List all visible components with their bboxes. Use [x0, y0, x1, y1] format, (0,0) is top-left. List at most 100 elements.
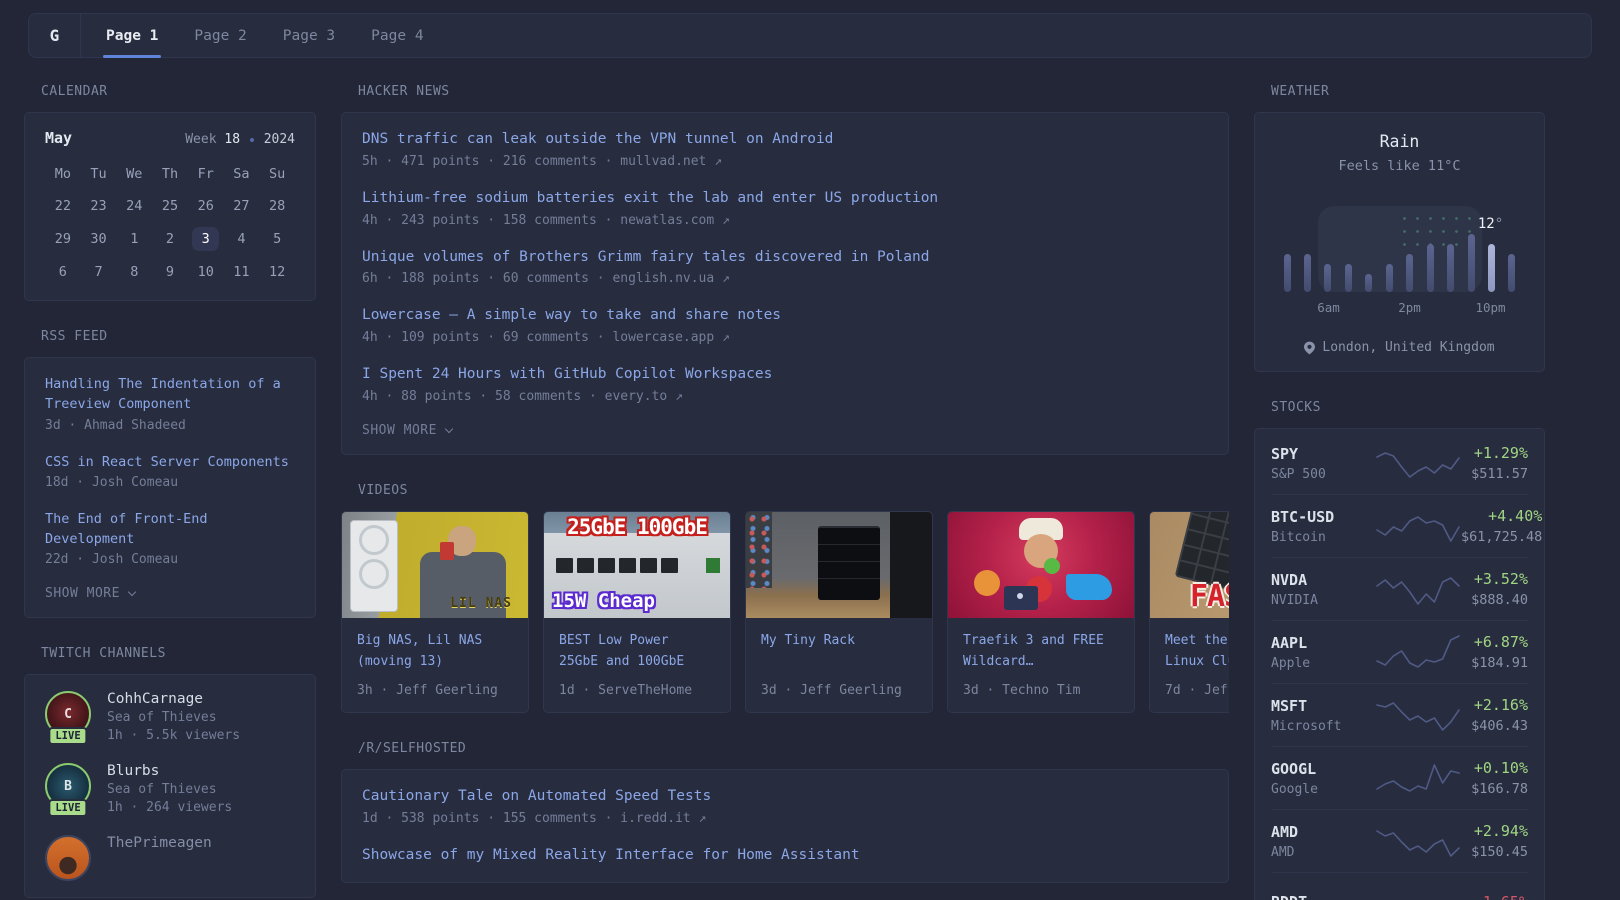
calendar-day-name: We — [116, 163, 152, 185]
middle-column: HACKER NEWS DNS traffic can leak outside… — [341, 84, 1229, 900]
reddit-item-link[interactable]: Showcase of my Mixed Reality Interface f… — [362, 845, 1208, 867]
twitch-channel-row[interactable]: ThePrimeagen — [45, 835, 295, 881]
hn-item-meta: 4h · 88 points · 58 comments · every.to … — [362, 389, 1208, 404]
video-title[interactable]: My Tiny Rack — [761, 630, 917, 672]
hn-item-meta: 4h · 109 points · 69 comments · lowercas… — [362, 330, 1208, 345]
calendar-header: CALENDAR — [41, 84, 316, 99]
stock-sparkline — [1375, 695, 1461, 735]
left-column: CALENDAR May Week 18 2024 MoTuWeThFrSaSu… — [24, 84, 316, 900]
stock-row[interactable]: NVDANVIDIA +3.52%$888.40 — [1271, 557, 1528, 620]
selfhosted-header: /R/SELFHOSTED — [358, 741, 1229, 756]
video-meta: 7d · Jeff — [1165, 683, 1229, 698]
rss-item-meta: 3d · Ahmad Shadeed — [45, 418, 295, 433]
hn-item-link[interactable]: Lowercase – A simple way to take and sha… — [362, 305, 1208, 327]
rss-item-link[interactable]: The End of Front-End Development — [45, 509, 295, 550]
calendar-day-cell: 24 — [116, 194, 152, 218]
twitch-widget: C LIVE CohhCarnage Sea of Thieves 1h · 5… — [24, 674, 316, 898]
video-card[interactable]: Traefik 3 and FREE Wildcard… 3d · Techno… — [947, 511, 1135, 713]
video-card[interactable]: 25GbE 100GbE 15W Cheap BEST Low Power 25… — [543, 511, 731, 713]
rss-item-link[interactable]: CSS in React Server Components — [45, 452, 295, 472]
chevron-down-icon — [445, 425, 453, 433]
stock-row[interactable]: SPYS&P 500 +1.29%$511.57 — [1271, 432, 1528, 494]
hn-show-more-button[interactable]: SHOW MORE — [362, 423, 1208, 438]
weather-location: London, United Kingdom — [1271, 340, 1528, 355]
tab-page-3[interactable]: Page 3 — [280, 14, 338, 57]
calendar-day-cell: 1 — [116, 227, 152, 251]
video-card[interactable]: My Tiny Rack 3d · Jeff Geerling — [745, 511, 933, 713]
calendar-day-name: Mo — [45, 163, 81, 185]
linux-board-thumbnail: FAS — [1150, 512, 1229, 618]
rss-show-more-button[interactable]: SHOW MORE — [45, 586, 295, 601]
twitch-avatar: B LIVE — [45, 763, 91, 809]
tab-page-2[interactable]: Page 2 — [191, 14, 249, 57]
stock-symbol: SPY — [1271, 445, 1375, 463]
weather-feels-like: Feels like 11°C — [1271, 158, 1528, 174]
hn-item-link[interactable]: DNS traffic can leak outside the VPN tun… — [362, 129, 1208, 151]
video-title[interactable]: Meet the Linux Clu — [1165, 630, 1229, 672]
map-pin-icon — [1304, 341, 1315, 355]
stocks-widget: SPYS&P 500 +1.29%$511.57 BTC-USDBitcoin … — [1254, 428, 1545, 900]
stock-sparkline — [1375, 506, 1461, 546]
video-title[interactable]: BEST Low Power 25GbE and 100GbE Switch… — [559, 630, 715, 672]
stock-row[interactable]: AMDAMD +2.94%$150.45 — [1271, 809, 1528, 872]
calendar-day-cell: 12 — [259, 260, 295, 284]
calendar-day-cell: 8 — [116, 260, 152, 284]
stock-change: +1.29% — [1461, 444, 1528, 462]
stock-row[interactable]: GOOGLGoogle +0.10%$166.78 — [1271, 746, 1528, 809]
hn-item: Unique volumes of Brothers Grimm fairy t… — [362, 247, 1208, 287]
network-switch-thumbnail: 25GbE 100GbE 15W Cheap — [544, 512, 730, 618]
hn-item: Lowercase – A simple way to take and sha… — [362, 305, 1208, 345]
top-nav: G Page 1 Page 2 Page 3 Page 4 — [28, 13, 1592, 58]
stock-row[interactable]: AAPLApple +6.87%$184.91 — [1271, 620, 1528, 683]
hacker-news-header: HACKER NEWS — [358, 84, 1229, 99]
separator-dot — [250, 138, 254, 142]
hn-item-meta: 4h · 243 points · 158 comments · newatla… — [362, 213, 1208, 228]
hn-item-link[interactable]: Lithium-free sodium batteries exit the l… — [362, 188, 1208, 210]
calendar-title-row: May Week 18 2024 — [45, 129, 295, 147]
page-tabs: Page 1 Page 2 Page 3 Page 4 — [103, 14, 427, 57]
weather-bar — [1427, 244, 1434, 292]
hn-item-link[interactable]: Unique volumes of Brothers Grimm fairy t… — [362, 247, 1208, 269]
rss-item-meta: 18d · Josh Comeau — [45, 475, 295, 490]
stock-row[interactable]: BTC-USDBitcoin +4.40%$61,725.48 — [1271, 494, 1528, 557]
thumbnail-caption: FAS — [1190, 579, 1229, 614]
tab-page-4[interactable]: Page 4 — [368, 14, 426, 57]
big-nas-thumbnail: LIL NAS — [342, 512, 528, 618]
reddit-item-link[interactable]: Cautionary Tale on Automated Speed Tests — [362, 786, 1208, 808]
twitch-channel-meta: 1h · 264 viewers — [107, 800, 232, 815]
twitch-channel-row[interactable]: B LIVE Blurbs Sea of Thieves 1h · 264 vi… — [45, 763, 295, 815]
hacker-news-widget: DNS traffic can leak outside the VPN tun… — [341, 112, 1229, 455]
right-column: WEATHER Rain Feels like 11°C 12° 6am 2pm — [1254, 84, 1545, 900]
video-card[interactable]: FAS Meet the Linux Clu 7d · Jeff — [1149, 511, 1229, 713]
stock-symbol: NVDA — [1271, 571, 1375, 589]
twitch-channel-row[interactable]: C LIVE CohhCarnage Sea of Thieves 1h · 5… — [45, 691, 295, 743]
hn-item: I Spent 24 Hours with GitHub Copilot Wor… — [362, 364, 1208, 404]
hn-item-link[interactable]: I Spent 24 Hours with GitHub Copilot Wor… — [362, 364, 1208, 386]
video-card[interactable]: LIL NAS Big NAS, Lil NAS (moving 13) 3h … — [341, 511, 529, 713]
calendar-day-cell: 7 — [81, 260, 117, 284]
thumbnail-caption: LIL NAS — [450, 596, 512, 611]
calendar-day-cell: 10 — [188, 260, 224, 284]
rss-item-link[interactable]: Handling The Indentation of a Treeview C… — [45, 374, 295, 415]
calendar-day-cell: 27 — [224, 194, 260, 218]
stock-symbol: BTC-USD — [1271, 508, 1375, 526]
stock-sparkline — [1375, 884, 1461, 900]
calendar-day-name: Fr — [188, 163, 224, 185]
video-title[interactable]: Big NAS, Lil NAS (moving 13) — [357, 630, 513, 672]
weather-condition: Rain — [1271, 132, 1528, 151]
app-logo[interactable]: G — [29, 14, 81, 57]
stock-row[interactable]: MSFTMicrosoft +2.16%$406.43 — [1271, 683, 1528, 746]
weather-bar — [1324, 264, 1331, 292]
live-badge: LIVE — [48, 799, 87, 817]
stock-price: $888.40 — [1461, 592, 1528, 608]
stock-price: $166.78 — [1461, 781, 1528, 797]
padlock-graphic — [1004, 586, 1038, 610]
twitch-header: TWITCH CHANNELS — [41, 646, 316, 661]
calendar-day-cell: 30 — [81, 227, 117, 251]
weather-bar — [1406, 254, 1413, 292]
calendar-day-cell: 29 — [45, 227, 81, 251]
tab-page-1[interactable]: Page 1 — [103, 14, 161, 57]
video-title[interactable]: Traefik 3 and FREE Wildcard… — [963, 630, 1119, 672]
stock-row[interactable]: RDDT -1.65% — [1271, 872, 1528, 900]
stock-symbol: AAPL — [1271, 634, 1375, 652]
